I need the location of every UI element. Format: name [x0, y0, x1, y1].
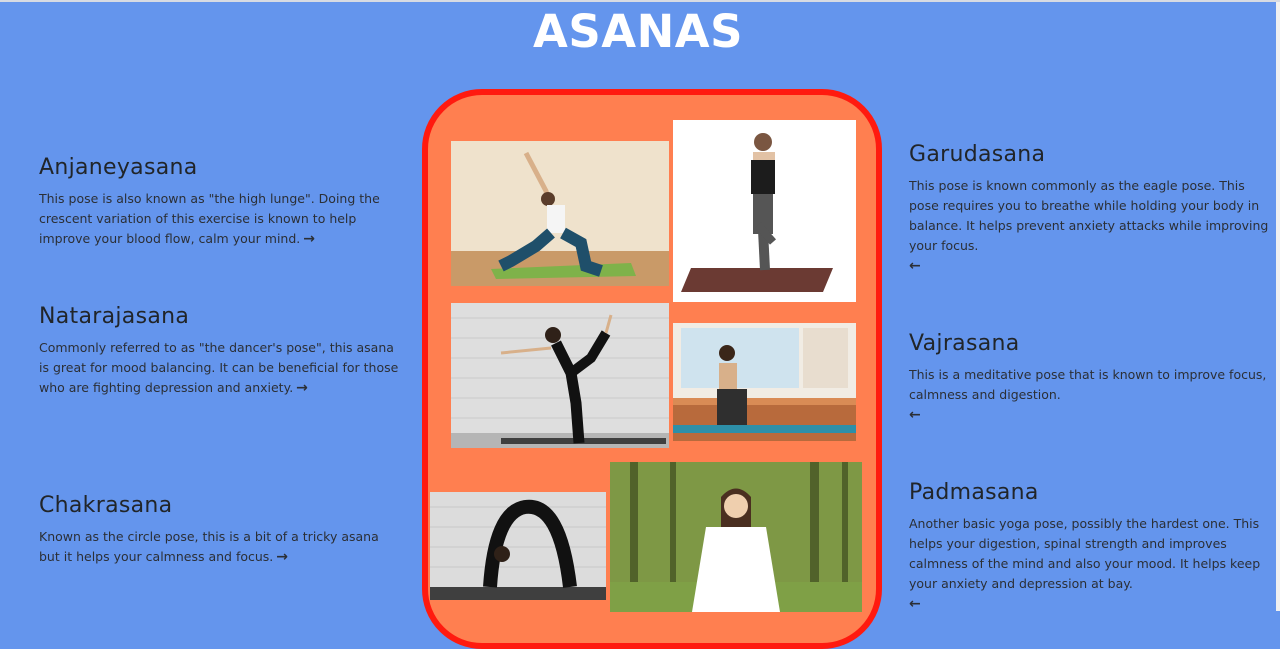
asana-description: This pose is also known as "the high lun…	[39, 191, 380, 249]
asana-description: Another basic yoga pose, possibly the ha…	[909, 514, 1271, 614]
asana-padmasana: Padmasana Another basic yoga pose, possi…	[909, 480, 1271, 614]
asana-title: Garudasana	[909, 142, 1046, 167]
asana-title: Natarajasana	[39, 304, 190, 329]
asana-title: Chakrasana	[39, 493, 173, 518]
asana-title: Vajrasana	[909, 331, 1020, 356]
garudasana-photo	[673, 120, 856, 302]
asana-title: Anjaneyasana	[39, 155, 198, 180]
asana-description: Commonly referred to as "the dancer's po…	[39, 340, 399, 398]
scrollbar[interactable]	[1276, 2, 1280, 611]
arrow-right-icon[interactable]: →	[296, 378, 308, 398]
arrow-right-icon[interactable]: →	[276, 547, 288, 567]
asana-description: This pose is known commonly as the eagle…	[909, 178, 1269, 276]
arrow-left-icon[interactable]: ←	[909, 594, 1271, 614]
anjaneyasana-photo	[451, 141, 669, 286]
asana-title: Padmasana	[909, 480, 1039, 505]
asana-chakrasana: Chakrasana Known as the circle pose, thi…	[39, 493, 401, 567]
asana-description: Known as the circle pose, this is a bit …	[39, 529, 379, 567]
asana-garudasana: Garudasana This pose is known commonly a…	[909, 142, 1269, 276]
asana-anjaneyasana: Anjaneyasana This pose is also known as …	[39, 155, 401, 249]
asana-description: This is a meditative pose that is known …	[909, 365, 1269, 425]
vajrasana-photo	[673, 323, 856, 441]
arrow-left-icon[interactable]: ←	[909, 405, 1269, 425]
asana-natarajasana: Natarajasana Commonly referred to as "th…	[39, 304, 401, 398]
padmasana-photo	[610, 462, 862, 612]
arrow-right-icon[interactable]: →	[303, 229, 315, 249]
natarajasana-photo	[451, 303, 669, 448]
page-title: ASANAS	[533, 5, 743, 58]
arrow-left-icon[interactable]: ←	[909, 256, 1269, 276]
chakrasana-photo	[430, 492, 606, 600]
asana-vajrasana: Vajrasana This is a meditative pose that…	[909, 331, 1269, 425]
